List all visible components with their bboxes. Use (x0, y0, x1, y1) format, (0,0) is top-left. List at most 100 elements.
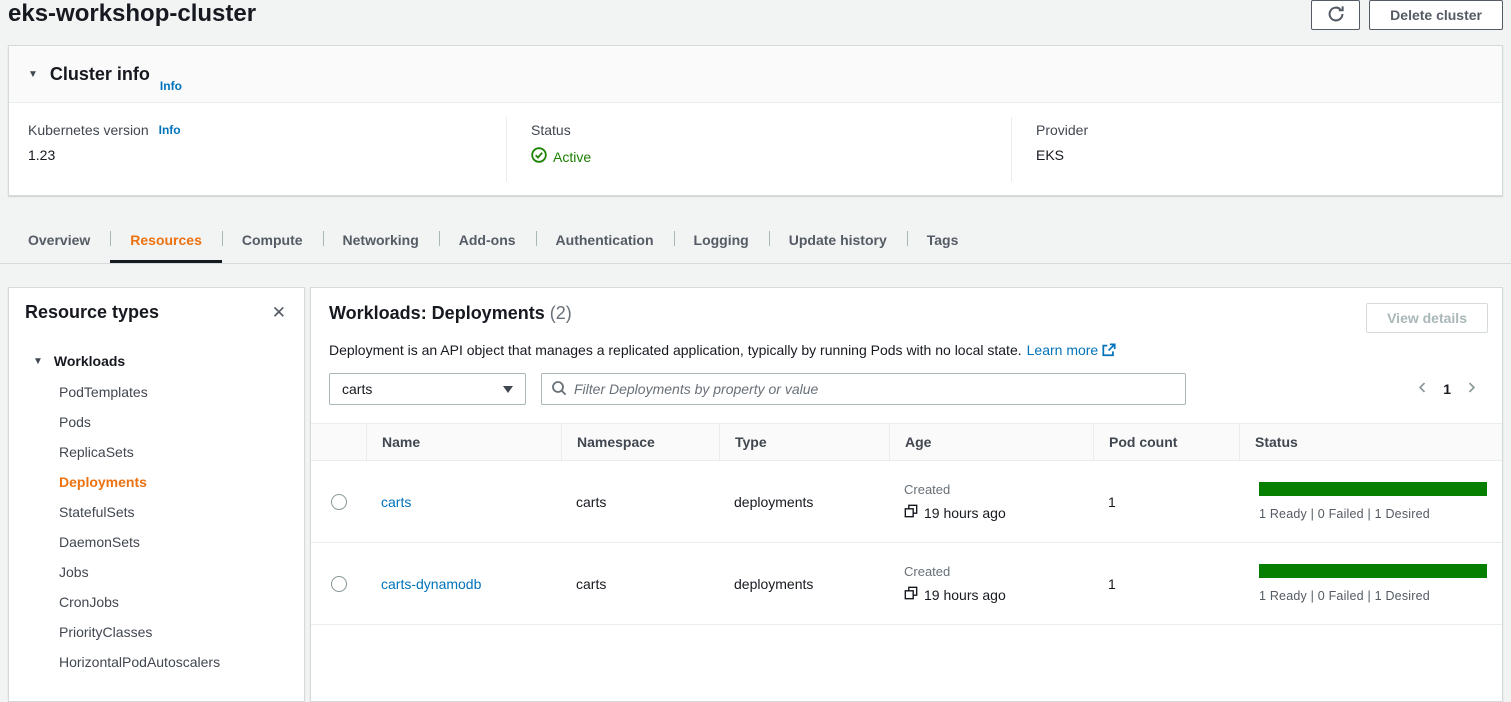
sidebar-item-replicasets[interactable]: ReplicaSets (25, 437, 288, 467)
type-cell: deployments (719, 494, 889, 510)
caret-down-icon: ▼ (33, 356, 43, 367)
provider-label: Provider (1036, 122, 1088, 138)
provider-value: EKS (1036, 147, 1502, 163)
status-value: Active (553, 149, 591, 165)
kubernetes-version-info-link[interactable]: Info (159, 123, 181, 137)
copy-icon[interactable] (904, 504, 918, 521)
sidebar-item-deployments[interactable]: Deployments (25, 467, 288, 497)
tab-tags[interactable]: Tags (907, 220, 979, 263)
panel-description: Deployment is an API object that manages… (311, 333, 1502, 360)
deployment-name-link[interactable]: carts (381, 494, 411, 510)
status-caption: 1 Ready | 0 Failed | 1 Desired (1259, 507, 1487, 521)
external-link-icon (1102, 344, 1116, 360)
sidebar-item-daemonsets[interactable]: DaemonSets (25, 527, 288, 557)
column-age[interactable]: Age (889, 424, 1093, 460)
deployments-table: Name Namespace Type Age Pod count Status… (311, 423, 1502, 625)
column-pod-count[interactable]: Pod count (1093, 424, 1239, 460)
tab-compute[interactable]: Compute (222, 220, 323, 263)
status-caption: 1 Ready | 0 Failed | 1 Desired (1259, 589, 1487, 603)
row-radio[interactable] (331, 494, 347, 510)
sidebar-item-horizontalpodautoscalers[interactable]: HorizontalPodAutoscalers (25, 647, 288, 677)
table-header: Name Namespace Type Age Pod count Status (311, 423, 1502, 461)
resource-types-title: Resource types (25, 302, 159, 323)
page-header: eks-workshop-cluster Delete cluster (8, 0, 1503, 40)
kubernetes-version-field: Kubernetes version Info 1.23 (9, 117, 506, 182)
next-page-button[interactable] (1461, 377, 1482, 401)
cluster-info-fields: Kubernetes version Info 1.23 Status Acti… (9, 103, 1502, 196)
current-page: 1 (1443, 381, 1451, 397)
property-filter-select[interactable]: carts (329, 373, 526, 405)
copy-icon[interactable] (904, 586, 918, 603)
eks-cluster-page: eks-workshop-cluster Delete cluster ▼ Cl… (0, 0, 1511, 700)
status-bar (1259, 564, 1487, 578)
status-cell: 1 Ready | 0 Failed | 1 Desired (1239, 564, 1502, 603)
search-icon (551, 380, 567, 399)
status-label: Status (531, 122, 571, 138)
search-input[interactable] (574, 381, 1176, 397)
status-field: Status Active (506, 117, 1011, 182)
cluster-info-title: Cluster info (50, 64, 150, 85)
tab-resources[interactable]: Resources (110, 220, 222, 263)
refresh-icon (1327, 5, 1345, 26)
tab-logging[interactable]: Logging (674, 220, 769, 263)
workloads-group-label: Workloads (54, 353, 125, 369)
sidebar-item-jobs[interactable]: Jobs (25, 557, 288, 587)
age-cell: Created 19 hours ago (889, 564, 1093, 603)
header-actions: Delete cluster (1311, 0, 1503, 30)
pod-count-cell: 1 (1093, 494, 1239, 510)
search-box (541, 373, 1186, 405)
tab-add-ons[interactable]: Add-ons (439, 220, 536, 263)
column-status[interactable]: Status (1239, 424, 1502, 460)
resource-type-list: PodTemplates Pods ReplicaSets Deployment… (25, 377, 288, 677)
table-row: carts carts deployments Created 19 hours… (311, 461, 1502, 543)
learn-more-link[interactable]: Learn more (1027, 342, 1099, 358)
pagination: 1 (1412, 377, 1488, 401)
type-cell: deployments (719, 576, 889, 592)
panel-title: Workloads: Deployments(2) (329, 303, 572, 324)
tab-update-history[interactable]: Update history (769, 220, 907, 263)
resource-types-panel: Resource types ✕ ▼ Workloads PodTemplate… (8, 287, 305, 702)
view-details-button[interactable]: View details (1366, 303, 1488, 333)
delete-cluster-button[interactable]: Delete cluster (1369, 0, 1503, 30)
table-row: carts-dynamodb carts deployments Created… (311, 543, 1502, 625)
column-select (311, 424, 366, 460)
selected-filter-value: carts (342, 381, 372, 397)
chevron-right-icon (1465, 381, 1478, 397)
kubernetes-version-label: Kubernetes version (28, 122, 149, 138)
provider-field: Provider EKS (1011, 117, 1502, 182)
sidebar-item-statefulsets[interactable]: StatefulSets (25, 497, 288, 527)
kubernetes-version-value: 1.23 (28, 147, 506, 163)
row-radio[interactable] (331, 576, 347, 592)
refresh-button[interactable] (1311, 0, 1360, 30)
column-namespace[interactable]: Namespace (561, 424, 719, 460)
chevron-left-icon (1416, 381, 1429, 397)
column-type[interactable]: Type (719, 424, 889, 460)
namespace-cell: carts (561, 576, 719, 592)
sidebar-item-pods[interactable]: Pods (25, 407, 288, 437)
tab-networking[interactable]: Networking (323, 220, 439, 263)
pod-count-cell: 1 (1093, 576, 1239, 592)
column-name[interactable]: Name (366, 424, 561, 460)
age-cell: Created 19 hours ago (889, 482, 1093, 521)
status-check-icon (531, 147, 547, 166)
sidebar-group-workloads[interactable]: ▼ Workloads (25, 353, 288, 369)
caret-down-icon[interactable]: ▼ (28, 69, 38, 80)
deployments-panel: Workloads: Deployments(2) View details D… (310, 287, 1503, 702)
tab-overview[interactable]: Overview (8, 220, 110, 263)
cluster-info-header[interactable]: ▼ Cluster info Info (9, 46, 1502, 103)
sidebar-item-priorityclasses[interactable]: PriorityClasses (25, 617, 288, 647)
page-title: eks-workshop-cluster (8, 0, 256, 28)
previous-page-button[interactable] (1412, 377, 1433, 401)
close-icon[interactable]: ✕ (270, 302, 288, 323)
sidebar-item-podtemplates[interactable]: PodTemplates (25, 377, 288, 407)
select-caret-icon (503, 386, 513, 393)
cluster-info-section: ▼ Cluster info Info Kubernetes version I… (8, 45, 1503, 196)
namespace-cell: carts (561, 494, 719, 510)
status-cell: 1 Ready | 0 Failed | 1 Desired (1239, 482, 1502, 521)
status-bar (1259, 482, 1487, 496)
sidebar-item-cronjobs[interactable]: CronJobs (25, 587, 288, 617)
deployment-name-link[interactable]: carts-dynamodb (381, 576, 481, 592)
cluster-tabs: Overview Resources Compute Networking Ad… (0, 220, 1511, 264)
tab-authentication[interactable]: Authentication (536, 220, 674, 263)
cluster-info-info-link[interactable]: Info (160, 46, 182, 102)
